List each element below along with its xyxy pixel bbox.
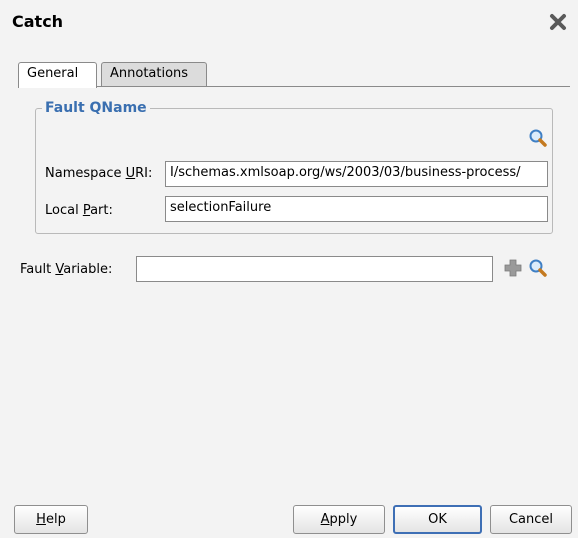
fault-qname-title: Fault QName xyxy=(42,100,150,116)
fault-variable-search-icon[interactable] xyxy=(528,258,548,278)
dialog-title: Catch xyxy=(12,12,64,31)
tab-general-label: General xyxy=(27,66,79,81)
tab-annotations[interactable]: Annotations xyxy=(101,62,207,87)
add-icon[interactable] xyxy=(503,258,523,278)
local-part-label: Local Part: xyxy=(45,203,113,218)
fault-variable-field[interactable] xyxy=(136,256,493,282)
close-icon[interactable] xyxy=(548,12,568,32)
ok-button[interactable]: OK xyxy=(393,505,482,534)
fault-variable-label: Fault Variable: xyxy=(20,262,113,277)
tab-general[interactable]: General xyxy=(18,62,97,88)
apply-button[interactable]: Apply xyxy=(293,505,385,534)
namespace-uri-label: Namespace URI: xyxy=(45,166,153,181)
help-button[interactable]: Help xyxy=(14,505,88,534)
local-part-field[interactable]: selectionFailure xyxy=(165,196,548,222)
cancel-button[interactable]: Cancel xyxy=(490,505,572,534)
namespace-search-icon[interactable] xyxy=(528,128,548,148)
namespace-uri-field[interactable]: I/schemas.xmlsoap.org/ws/2003/03/busines… xyxy=(165,161,548,187)
tab-annotations-label: Annotations xyxy=(110,66,189,81)
